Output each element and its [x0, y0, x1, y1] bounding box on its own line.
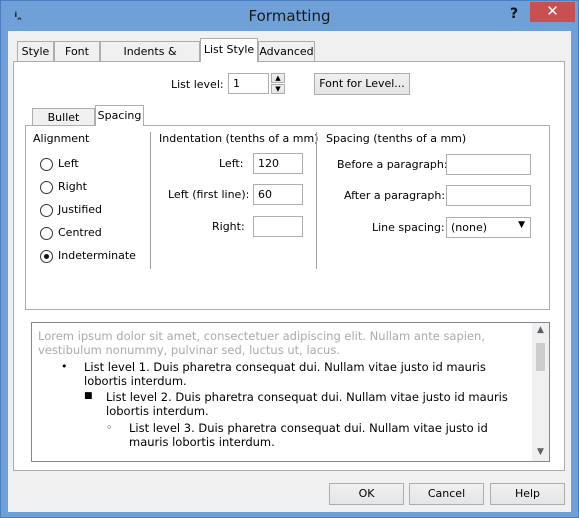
separator: [150, 132, 151, 269]
alignment-title: Alignment: [33, 132, 90, 145]
tab-indents-spacing[interactable]: Indents & Spacing: [100, 41, 200, 77]
dialog-client: Style Font Indents & Spacing List Style …: [8, 31, 571, 512]
scroll-thumb[interactable]: [536, 343, 545, 371]
subtab-spacing[interactable]: Spacing: [95, 105, 144, 126]
scroll-down-icon[interactable]: ▼: [532, 447, 549, 457]
list-style-panel: List level: 1 ▲ ▼ Font for Level... Bull…: [13, 61, 565, 471]
bullet-level-3: ◦: [106, 421, 113, 434]
cancel-button[interactable]: Cancel: [409, 483, 484, 505]
after-paragraph-label: After a paragraph:: [344, 189, 446, 202]
radio-justified-label[interactable]: Justified: [58, 203, 102, 216]
scroll-up-icon[interactable]: ▲: [532, 325, 549, 335]
help-button[interactable]: Help: [490, 483, 565, 505]
preview-placeholder-text: Lorem ipsum dolor sit amet, consectetuer…: [38, 329, 485, 357]
indent-left-label: Left:: [219, 157, 244, 170]
line-spacing-value: (none): [451, 221, 488, 234]
radio-right[interactable]: [40, 181, 53, 194]
list-item-level-2: List level 2. Duis pharetra consequat du…: [106, 390, 508, 418]
tab-style[interactable]: Style: [17, 41, 54, 61]
before-paragraph-label: Before a paragraph:: [337, 158, 448, 171]
radio-centred[interactable]: [40, 227, 53, 240]
separator: [316, 132, 317, 269]
help-icon[interactable]: ?: [501, 3, 527, 25]
before-paragraph-input[interactable]: [446, 154, 531, 175]
list-level-label: List level:: [171, 78, 224, 91]
ok-button[interactable]: OK: [329, 483, 404, 505]
line-spacing-select[interactable]: (none) ▼: [446, 217, 531, 238]
list-item-level-1: List level 1. Duis pharetra consequat du…: [84, 360, 486, 388]
list-level-up-button[interactable]: ▲: [271, 73, 285, 83]
radio-indeterminate[interactable]: [40, 250, 53, 263]
indent-first-line-input[interactable]: 60: [253, 184, 303, 205]
close-button[interactable]: ✕: [530, 2, 575, 22]
radio-right-label[interactable]: Right: [58, 180, 87, 193]
font-for-level-button[interactable]: Font for Level...: [314, 73, 410, 95]
formatting-dialog: ᵢꞈ Formatting ? ✕ Style Font Indents & S…: [0, 0, 579, 518]
title-bar[interactable]: ᵢꞈ Formatting ? ✕: [1, 1, 578, 31]
indent-right-label: Right:: [212, 220, 245, 233]
window-title: Formatting: [248, 7, 331, 25]
list-level-down-button[interactable]: ▼: [271, 84, 285, 94]
tab-advanced[interactable]: Advanced: [258, 41, 315, 61]
spacing-title: Spacing (tenths of a mm): [326, 132, 467, 145]
preview-scrollbar[interactable]: ▲ ▼: [532, 323, 549, 461]
radio-left-label[interactable]: Left: [58, 157, 79, 170]
radio-centred-label[interactable]: Centred: [58, 226, 102, 239]
tab-font[interactable]: Font: [54, 41, 100, 61]
radio-left[interactable]: [40, 158, 53, 171]
preview-pane: Lorem ipsum dolor sit amet, consectetuer…: [31, 322, 550, 462]
bullet-level-2: ■: [84, 391, 93, 401]
indent-first-line-label: Left (first line):: [168, 188, 250, 201]
radio-justified[interactable]: [40, 204, 53, 217]
indent-right-input[interactable]: [253, 216, 303, 237]
radio-indeterminate-label[interactable]: Indeterminate: [58, 249, 136, 262]
bullet-level-1: •: [61, 360, 68, 373]
list-item-level-3: List level 3. Duis pharetra consequat du…: [129, 421, 488, 449]
after-paragraph-input[interactable]: [446, 185, 531, 206]
spacing-panel: Alignment Left Right Justified Centred I…: [25, 125, 550, 310]
line-spacing-label: Line spacing:: [372, 221, 445, 234]
indent-left-input[interactable]: 120: [253, 153, 303, 174]
tab-list-style[interactable]: List Style: [200, 38, 258, 62]
list-level-input[interactable]: 1: [228, 73, 269, 94]
chevron-down-icon: ▼: [518, 220, 525, 230]
indentation-title: Indentation (tenths of a mm): [159, 132, 319, 145]
subtab-bullet-style[interactable]: Bullet style: [32, 108, 95, 141]
